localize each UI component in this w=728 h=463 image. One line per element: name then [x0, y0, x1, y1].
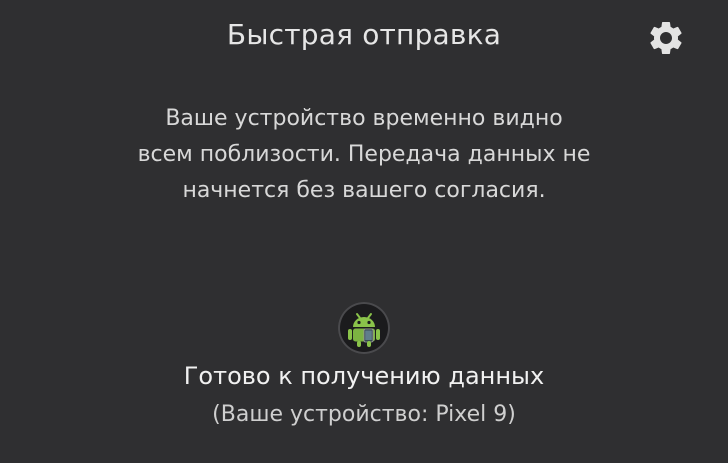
- page-title: Быстрая отправка: [226, 18, 502, 51]
- quick-share-screen: Быстрая отправка Ваше устройство временн…: [0, 0, 728, 463]
- receive-status: Готово к получению данных: [183, 362, 545, 390]
- description-line-2: всем поблизости. Передача данных не: [137, 142, 591, 167]
- visibility-description: Ваше устройство временно видно всем побл…: [90, 101, 638, 209]
- description-line-1: Ваше устройство временно видно: [165, 106, 563, 131]
- android-robot-icon: [348, 313, 380, 347]
- device-name-label: (Ваше устройство: Pixel 9): [212, 402, 516, 427]
- gear-icon: [650, 22, 682, 54]
- description-line-3: начнется без вашего согласия.: [182, 178, 546, 203]
- settings-button[interactable]: [644, 16, 688, 60]
- device-avatar: [338, 302, 390, 354]
